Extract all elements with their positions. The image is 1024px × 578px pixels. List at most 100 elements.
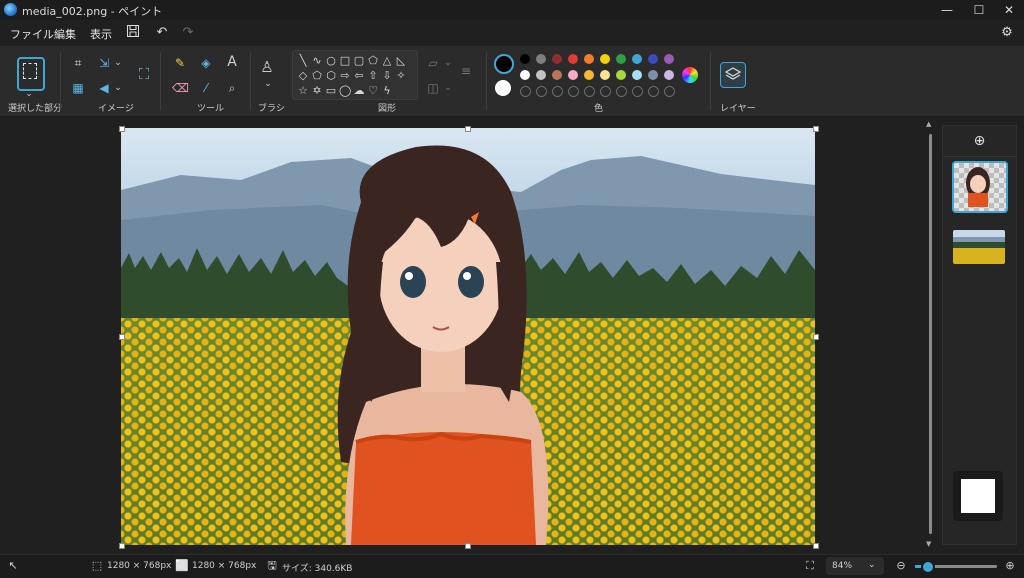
palette-color-swatch[interactable] [664, 70, 674, 80]
resize-handle-bottom-left[interactable] [119, 543, 125, 549]
palette-color-swatch[interactable] [616, 70, 626, 80]
palette-color-swatch[interactable] [632, 54, 642, 64]
resize-handle-bottom-right[interactable] [813, 543, 819, 549]
five-point-star-shape-icon[interactable]: ☆ [297, 85, 309, 97]
outline-dropdown-icon[interactable]: ⌄ [440, 55, 456, 71]
save-icon[interactable] [124, 24, 142, 42]
fill-bucket-icon[interactable]: ◈ [198, 55, 214, 71]
layer-thumbnail-girl[interactable] [952, 161, 1008, 213]
diamond-shape-icon[interactable]: ◇ [297, 70, 309, 82]
curve-shape-icon[interactable]: ∿ [311, 55, 323, 67]
callout-rect-shape-icon[interactable]: ▭ [325, 85, 337, 97]
resize-handle-left[interactable] [119, 334, 125, 340]
rounded-rectangle-shape-icon[interactable]: ▢ [353, 55, 365, 67]
custom-color-slot[interactable] [552, 86, 563, 97]
fit-to-window-icon[interactable]: ⛶ [803, 559, 817, 573]
line-shape-icon[interactable]: ╲ [297, 55, 309, 67]
custom-color-slot[interactable] [616, 86, 627, 97]
magnifier-icon[interactable]: ⌕ [224, 80, 240, 96]
image-canvas[interactable] [121, 128, 815, 545]
resize-handle-top-right[interactable] [813, 126, 819, 132]
callout-cloud-shape-icon[interactable]: ☁ [353, 85, 365, 97]
oval-shape-icon[interactable]: ○ [325, 55, 337, 67]
fill-dropdown-icon[interactable]: ⌄ [440, 80, 456, 96]
zoom-slider-thumb[interactable] [921, 560, 935, 574]
palette-color-swatch[interactable] [536, 54, 546, 64]
scroll-up-arrow-icon[interactable]: ▲ [926, 120, 931, 128]
menu-file[interactable]: ファイル [10, 26, 54, 42]
zoom-dropdown[interactable]: 84% ⌄ [826, 557, 884, 575]
custom-color-slot[interactable] [648, 86, 659, 97]
eraser-icon[interactable]: ⌫ [172, 80, 189, 96]
resize-handle-right[interactable] [813, 334, 819, 340]
color-picker-icon[interactable]: ⁄ [198, 80, 214, 96]
palette-color-swatch[interactable] [600, 70, 610, 80]
heart-shape-icon[interactable]: ♡ [367, 85, 379, 97]
custom-color-slot[interactable] [632, 86, 643, 97]
resize-handle-top[interactable] [465, 126, 471, 132]
text-tool-icon[interactable]: A [224, 54, 240, 70]
remove-background-icon[interactable]: ⛶ [134, 66, 154, 86]
zoom-out-icon[interactable]: ⊖ [894, 559, 908, 573]
palette-color-swatch[interactable] [664, 54, 674, 64]
resize-dropdown-icon[interactable]: ⌄ [110, 55, 126, 71]
rectangle-shape-icon[interactable]: □ [339, 55, 351, 67]
undo-icon[interactable]: ↶ [153, 24, 171, 42]
palette-color-swatch[interactable] [520, 70, 530, 80]
select-all-icon[interactable]: ▦ [70, 80, 86, 96]
redo-icon[interactable]: ↷ [179, 24, 197, 42]
four-point-star-shape-icon[interactable]: ✧ [395, 70, 407, 82]
custom-color-slot[interactable] [600, 86, 611, 97]
pencil-icon[interactable]: ✎ [172, 55, 188, 71]
line-size-icon[interactable]: ≡ [458, 63, 474, 79]
crop-icon[interactable]: ⌗ [70, 55, 86, 71]
custom-color-slot[interactable] [664, 86, 675, 97]
arrow-up-shape-icon[interactable]: ⇧ [367, 70, 379, 82]
outline-icon[interactable]: ▱ [425, 55, 441, 71]
arrow-down-shape-icon[interactable]: ⇩ [381, 70, 393, 82]
add-layer-button[interactable]: ⊕ [943, 126, 1016, 157]
menu-edit[interactable]: 編集 [54, 26, 76, 42]
palette-color-swatch[interactable] [616, 54, 626, 64]
palette-color-swatch[interactable] [600, 54, 610, 64]
rotate-dropdown-icon[interactable]: ⌄ [110, 80, 126, 96]
palette-color-swatch[interactable] [648, 70, 658, 80]
palette-color-swatch[interactable] [536, 70, 546, 80]
zoom-in-icon[interactable]: ⊕ [1003, 559, 1017, 573]
pentagon-shape-icon[interactable]: ⬠ [311, 70, 323, 82]
secondary-color-swatch[interactable] [495, 80, 511, 96]
arrow-right-shape-icon[interactable]: ⇨ [339, 70, 351, 82]
resize-handle-bottom[interactable] [465, 543, 471, 549]
primary-color-swatch[interactable] [494, 54, 514, 74]
background-layer-white[interactable] [953, 471, 1003, 521]
layer-thumbnail-background[interactable] [953, 230, 1005, 264]
custom-color-slot[interactable] [536, 86, 547, 97]
brush-dropdown-icon[interactable]: ⌄ [260, 76, 276, 92]
palette-color-swatch[interactable] [584, 54, 594, 64]
palette-color-swatch[interactable] [648, 54, 658, 64]
triangle-shape-icon[interactable]: △ [381, 55, 393, 67]
selection-dropdown-chevron-icon[interactable]: ⌄ [21, 86, 37, 102]
custom-color-slot[interactable] [520, 86, 531, 97]
scrollbar-thumb[interactable] [929, 134, 932, 534]
hexagon-shape-icon[interactable]: ⬡ [325, 70, 337, 82]
palette-color-swatch[interactable] [584, 70, 594, 80]
palette-color-swatch[interactable] [568, 54, 578, 64]
callout-oval-shape-icon[interactable]: ◯ [339, 85, 351, 97]
scroll-down-arrow-icon[interactable]: ▼ [926, 540, 931, 548]
settings-gear-icon[interactable]: ⚙ [998, 24, 1016, 42]
palette-color-swatch[interactable] [552, 70, 562, 80]
vertical-scrollbar[interactable]: ▲ ▼ [926, 120, 933, 548]
right-triangle-shape-icon[interactable]: ◺ [395, 55, 407, 67]
custom-color-slot[interactable] [584, 86, 595, 97]
edit-colors-icon[interactable] [682, 67, 698, 83]
fill-icon[interactable]: ◫ [425, 80, 441, 96]
menu-view[interactable]: 表示 [90, 26, 112, 42]
minimize-button[interactable]: — [932, 0, 962, 20]
custom-color-slot[interactable] [568, 86, 579, 97]
palette-color-swatch[interactable] [552, 54, 562, 64]
palette-color-swatch[interactable] [632, 70, 642, 80]
maximize-button[interactable]: ☐ [964, 0, 994, 20]
resize-handle-top-left[interactable] [119, 126, 125, 132]
palette-color-swatch[interactable] [520, 54, 530, 64]
